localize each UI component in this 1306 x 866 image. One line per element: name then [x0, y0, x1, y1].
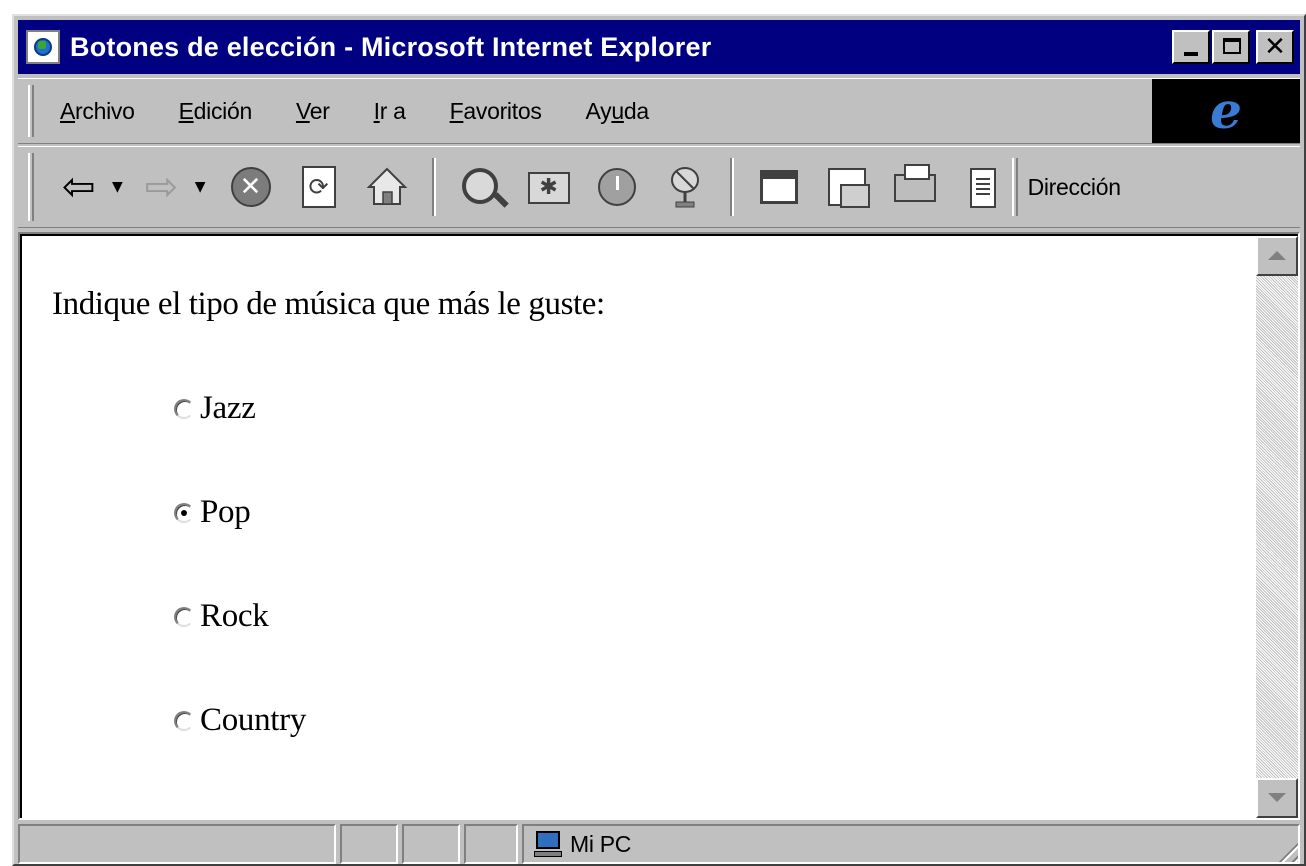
search-button[interactable]	[458, 164, 504, 210]
ie-app-icon[interactable]	[26, 30, 60, 64]
history-icon	[597, 168, 636, 206]
status-progress-pane	[340, 824, 398, 864]
my-computer-icon	[534, 831, 562, 857]
toolbar-separator	[431, 158, 436, 216]
forward-icon: ⇨	[144, 164, 179, 210]
radio-jazz[interactable]	[174, 398, 194, 419]
status-offline-pane	[464, 824, 518, 864]
fullscreen-button[interactable]	[756, 164, 802, 210]
option-label[interactable]: Jazz	[200, 390, 256, 427]
status-secure-pane	[402, 824, 460, 864]
close-button[interactable]: ✕	[1256, 30, 1294, 64]
radio-rock[interactable]	[174, 606, 194, 627]
back-dropdown-icon[interactable]: ▼	[112, 179, 123, 195]
menu-edicion[interactable]: Edición	[179, 98, 253, 125]
favorites-icon: ✱	[527, 172, 570, 204]
scroll-down-button[interactable]	[1256, 778, 1298, 818]
menu-ir-a[interactable]: Ir a	[374, 98, 406, 125]
forward-dropdown-icon[interactable]: ▼	[195, 179, 206, 195]
radio-pop[interactable]	[174, 502, 194, 523]
stop-icon: ✕	[230, 167, 271, 207]
menu-bar: Archivo Edición Ver Ir a Favoritos Ayuda…	[18, 78, 1300, 144]
option-label[interactable]: Pop	[200, 494, 251, 531]
scroll-down-icon	[1268, 793, 1286, 802]
standard-toolbar: ⇦ ▼ ⇨ ▼ ✕ ⟳ ✱ Dirección	[18, 146, 1300, 228]
option-country[interactable]: Country	[174, 702, 306, 739]
page-viewport: Indique el tipo de música que más le gus…	[18, 232, 1300, 820]
status-bar: Mi PC	[18, 824, 1300, 864]
history-button[interactable]	[594, 164, 640, 210]
print-button[interactable]	[892, 164, 938, 210]
address-label[interactable]: Dirección	[1028, 174, 1121, 201]
refresh-icon: ⟳	[301, 166, 336, 208]
toolbar-grip[interactable]	[28, 153, 34, 221]
minimize-icon	[1184, 52, 1198, 56]
menu-favoritos[interactable]: Favoritos	[450, 98, 542, 125]
mail-button[interactable]	[824, 164, 870, 210]
menu-ver[interactable]: Ver	[296, 98, 330, 125]
security-zone-pane[interactable]: Mi PC	[522, 824, 1300, 864]
back-button[interactable]: ⇦ ▼	[62, 164, 123, 210]
menu-bar-grip[interactable]	[28, 85, 34, 137]
forward-button[interactable]: ⇨ ▼	[145, 164, 206, 210]
scroll-up-button[interactable]	[1256, 236, 1298, 276]
page-document: Indique el tipo de música que más le gus…	[22, 236, 1256, 818]
address-bar-grip[interactable]	[1011, 158, 1018, 216]
radio-country[interactable]	[174, 710, 194, 731]
title-bar[interactable]: Botones de elección - Microsoft Internet…	[18, 20, 1300, 74]
zone-label: Mi PC	[570, 830, 632, 857]
mail-icon	[827, 168, 870, 208]
option-rock[interactable]: Rock	[174, 598, 269, 635]
ie-throbber-logo: e	[1152, 79, 1300, 143]
home-button[interactable]	[364, 164, 410, 210]
favorites-button[interactable]: ✱	[526, 164, 572, 210]
back-icon: ⇦	[62, 164, 96, 210]
edit-icon	[969, 168, 996, 208]
refresh-button[interactable]: ⟳	[296, 164, 342, 210]
channels-button[interactable]	[662, 164, 708, 210]
menu-ayuda[interactable]: Ayuda	[586, 98, 650, 125]
ie-logo-icon: e	[1210, 81, 1242, 140]
home-icon	[366, 167, 407, 205]
vertical-scrollbar[interactable]	[1256, 236, 1298, 818]
stop-button[interactable]: ✕	[228, 164, 274, 210]
close-icon: ✕	[1264, 32, 1286, 62]
browser-window: Botones de elección - Microsoft Internet…	[12, 14, 1306, 866]
question-text: Indique el tipo de música que más le gus…	[52, 286, 605, 322]
toolbar-separator	[729, 158, 734, 216]
option-pop[interactable]: Pop	[174, 494, 251, 531]
scroll-up-icon	[1268, 251, 1286, 260]
window-title: Botones de elección - Microsoft Internet…	[70, 31, 712, 62]
menu-archivo[interactable]: Archivo	[60, 98, 135, 125]
option-jazz[interactable]: Jazz	[174, 390, 256, 427]
minimize-button[interactable]	[1172, 30, 1210, 64]
fullscreen-icon	[759, 170, 798, 204]
maximize-icon	[1223, 38, 1241, 54]
edit-button[interactable]	[960, 164, 1006, 210]
option-label[interactable]: Rock	[200, 598, 269, 635]
print-icon	[893, 164, 936, 202]
search-icon	[461, 168, 498, 204]
option-label[interactable]: Country	[200, 702, 306, 739]
maximize-button[interactable]	[1212, 30, 1250, 64]
channels-icon	[670, 167, 699, 208]
status-text-pane	[18, 824, 336, 864]
